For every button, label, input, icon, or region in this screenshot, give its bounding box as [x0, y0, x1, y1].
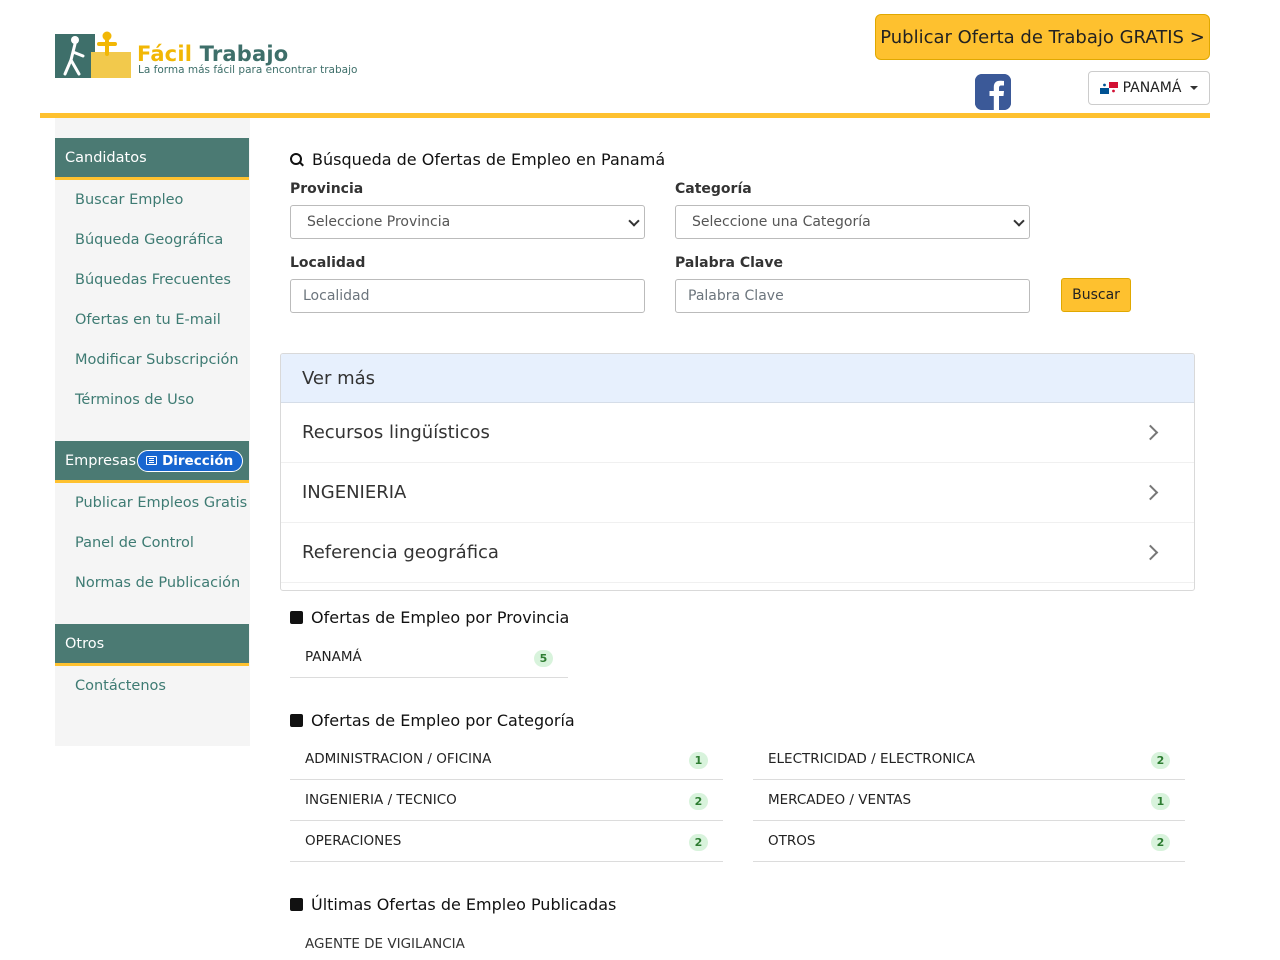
ver-mas-item-recursos[interactable]: Recursos lingüísticos	[281, 403, 1194, 463]
direccion-badge[interactable]: Dirección	[137, 449, 244, 472]
categoria-item-label: INGENIERIA / TECNICO	[305, 792, 457, 808]
facebook-icon[interactable]	[975, 74, 1011, 110]
site-logo[interactable]: Fácil Trabajo La forma más fácil para en…	[55, 28, 365, 84]
sidebar-item-contactenos[interactable]: Contáctenos	[75, 678, 166, 694]
count-badge: 1	[1151, 793, 1170, 810]
address-card-icon	[146, 456, 158, 465]
ver-mas-item-ingenieria[interactable]: INGENIERIA	[281, 463, 1194, 523]
ver-mas-item-label: INGENIERIA	[302, 482, 407, 503]
localidad-input[interactable]: Localidad	[290, 279, 645, 313]
chevron-down-icon	[1013, 215, 1025, 227]
logo-name-part1: Fácil	[137, 42, 193, 66]
count-badge: 2	[689, 834, 708, 851]
ultima-oferta-item[interactable]: AGENTE DE VIGILANCIA	[305, 936, 465, 952]
sidebar-item-buscar-empleo[interactable]: Buscar Empleo	[75, 192, 183, 208]
logo-tagline: La forma más fácil para encontrar trabaj…	[138, 64, 358, 76]
chevron-right-icon	[1142, 544, 1159, 561]
ver-mas-item-label: Referencia geográfica	[302, 542, 499, 563]
categoria-section-title-text: Ofertas de Empleo por Categoría	[311, 711, 575, 730]
sidebar-item-busquedas-frecuentes[interactable]: Búquedas Frecuentes	[75, 272, 231, 288]
ultimas-section-title-text: Últimas Ofertas de Empleo Publicadas	[311, 895, 617, 914]
search-icon	[290, 152, 304, 167]
publish-job-button[interactable]: Publicar Oferta de Trabajo GRATIS >	[875, 14, 1210, 60]
square-bullet-icon	[290, 898, 303, 911]
categoria-item-label: MERCADEO / VENTAS	[768, 792, 912, 808]
categoria-item-administracion[interactable]: ADMINISTRACION / OFICINA 1	[290, 739, 723, 780]
provincia-section-title: Ofertas de Empleo por Provincia	[290, 608, 569, 627]
categoria-item-label: ELECTRICIDAD / ELECTRONICA	[768, 751, 975, 767]
categoria-item-label: OTROS	[768, 833, 816, 849]
square-bullet-icon	[290, 714, 303, 727]
categoria-item-electricidad[interactable]: ELECTRICIDAD / ELECTRONICA 2	[753, 739, 1185, 780]
sidebar-item-ofertas-email[interactable]: Ofertas en tu E-mail	[75, 312, 221, 328]
ultimas-section-title: Últimas Ofertas de Empleo Publicadas	[290, 895, 616, 914]
count-badge: 2	[1151, 834, 1170, 851]
logo-name: Fácil Trabajo	[137, 42, 288, 66]
categoria-item-label: OPERACIONES	[305, 833, 402, 849]
panama-flag-icon	[1099, 82, 1118, 94]
search-title: Búsqueda de Ofertas de Empleo en Panamá	[290, 150, 665, 169]
categoria-select-value: Seleccione una Categoría	[692, 214, 871, 230]
count-badge: 2	[1151, 752, 1170, 769]
country-label: PANAMÁ	[1122, 80, 1182, 96]
sidebar: Candidatos Buscar Empleo Búqueda Geográf…	[55, 118, 250, 746]
categoria-item-mercadeo[interactable]: MERCADEO / VENTAS 1	[753, 780, 1185, 821]
sidebar-heading-empresas: Empresas Dirección	[55, 441, 249, 483]
provincia-label: Provincia	[290, 181, 364, 197]
categoria-label: Categoría	[675, 181, 752, 197]
provincia-select-value: Seleccione Provincia	[307, 214, 451, 230]
sidebar-item-terminos-uso[interactable]: Términos de Uso	[75, 392, 194, 408]
sidebar-heading-empresas-label: Empresas	[65, 452, 137, 469]
categoria-item-operaciones[interactable]: OPERACIONES 2	[290, 821, 723, 862]
categoria-item-otros[interactable]: OTROS 2	[753, 821, 1185, 862]
chevron-right-icon	[1142, 424, 1159, 441]
provincia-item-label: PANAMÁ	[305, 649, 362, 665]
provincia-item-panama[interactable]: PANAMÁ 5	[290, 637, 568, 678]
palabra-clave-input[interactable]: Palabra Clave	[675, 279, 1030, 313]
chevron-right-icon	[1142, 484, 1159, 501]
sidebar-heading-otros: Otros	[55, 624, 249, 666]
square-bullet-icon	[290, 611, 303, 624]
ver-mas-panel: Ver más Recursos lingüísticos INGENIERIA…	[280, 353, 1195, 591]
ver-mas-item-referencia[interactable]: Referencia geográfica	[281, 523, 1194, 583]
chevron-down-icon	[1190, 86, 1199, 90]
categoria-select[interactable]: Seleccione una Categoría	[675, 205, 1030, 239]
localidad-label: Localidad	[290, 255, 366, 271]
main-content: Búsqueda de Ofertas de Empleo en Panamá …	[280, 118, 1195, 960]
count-badge: 1	[689, 752, 708, 769]
ver-mas-title: Ver más	[281, 354, 1194, 403]
sidebar-item-busqueda-geografica[interactable]: Búqueda Geográfica	[75, 232, 223, 248]
palabra-clave-label: Palabra Clave	[675, 255, 783, 271]
sidebar-item-panel-control[interactable]: Panel de Control	[75, 535, 194, 551]
buscar-button[interactable]: Buscar	[1061, 278, 1131, 312]
categoria-item-label: ADMINISTRACION / OFICINA	[305, 751, 492, 767]
categoria-item-ingenieria[interactable]: INGENIERIA / TECNICO 2	[290, 780, 723, 821]
country-selector[interactable]: PANAMÁ	[1088, 71, 1210, 105]
count-badge: 5	[534, 650, 553, 667]
count-badge: 2	[689, 793, 708, 810]
sidebar-item-modificar-subscripcion[interactable]: Modificar Subscripción	[75, 352, 239, 368]
categoria-section-title: Ofertas de Empleo por Categoría	[290, 711, 575, 730]
direccion-badge-label: Dirección	[162, 452, 234, 469]
provincia-select[interactable]: Seleccione Provincia	[290, 205, 645, 239]
sidebar-heading-candidatos: Candidatos	[55, 138, 249, 180]
logo-name-part2: Trabajo	[199, 42, 289, 66]
sidebar-item-publicar-empleos[interactable]: Publicar Empleos Gratis	[75, 495, 247, 511]
sidebar-item-normas-publicacion[interactable]: Normas de Publicación	[75, 575, 240, 591]
ver-mas-item-label: Recursos lingüísticos	[302, 422, 490, 443]
provincia-section-title-text: Ofertas de Empleo por Provincia	[311, 608, 570, 627]
chevron-down-icon	[628, 215, 640, 227]
site-header: Fácil Trabajo La forma más fácil para en…	[40, 0, 1210, 118]
search-title-text: Búsqueda de Ofertas de Empleo en Panamá	[312, 150, 666, 169]
logo-icon	[55, 31, 131, 78]
